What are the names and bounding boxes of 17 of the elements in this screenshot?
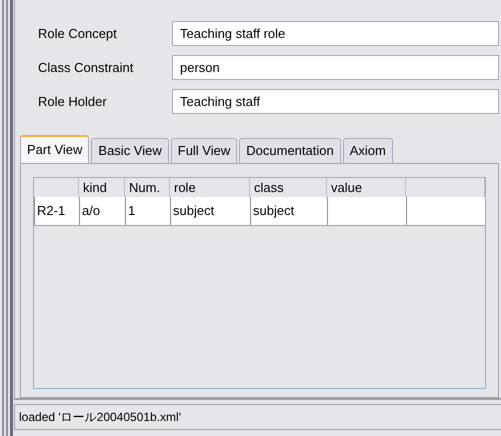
- tab[interactable]: Axiom: [342, 138, 393, 163]
- table-cell: subject: [250, 197, 327, 225]
- table-cell: a/o: [79, 197, 125, 225]
- table-cell: R2-1: [34, 197, 79, 225]
- field-label: Class Constraint: [37, 58, 134, 77]
- field-label: Role Concept: [37, 24, 118, 43]
- table-cell: subject: [170, 197, 250, 225]
- status-text: loaded 'ロール20040501b.xml': [19, 409, 182, 426]
- tab[interactable]: Documentation: [239, 138, 341, 163]
- field-label: Role Holder: [37, 92, 108, 111]
- tab[interactable]: Basic View: [91, 138, 169, 163]
- tab[interactable]: Full View: [170, 138, 238, 163]
- text-field[interactable]: Teaching staff: [172, 89, 499, 114]
- tab[interactable]: Part View: [20, 135, 90, 163]
- table-cell: 1: [125, 197, 170, 225]
- text-field[interactable]: Teaching staff role: [172, 21, 499, 46]
- text-field[interactable]: person: [172, 55, 499, 80]
